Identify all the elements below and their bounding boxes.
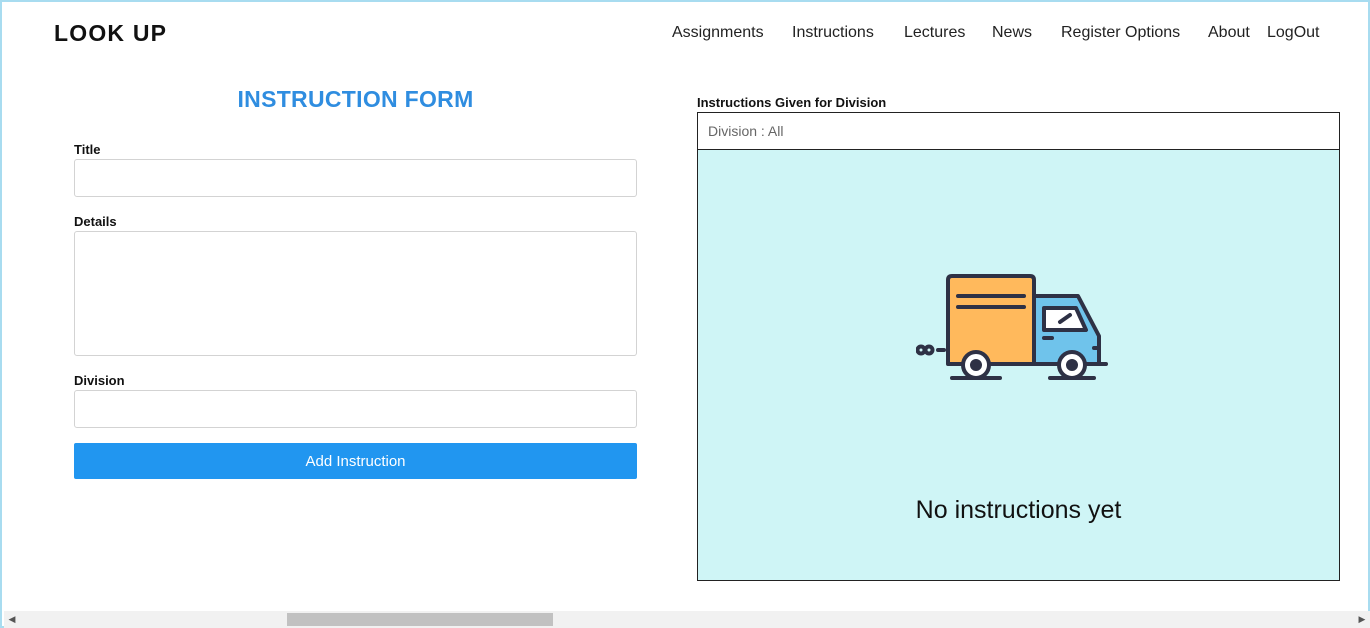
nav-register-options[interactable]: Register Options: [1061, 24, 1180, 42]
title-input[interactable]: [74, 159, 637, 197]
horizontal-scrollbar[interactable]: ◀ ▶: [4, 611, 1370, 628]
add-instruction-button[interactable]: Add Instruction: [74, 443, 637, 479]
nav-logout[interactable]: LogOut: [1267, 24, 1319, 42]
scrollbar-thumb[interactable]: [287, 613, 553, 626]
form-title: INSTRUCTION FORM: [237, 86, 474, 112]
nav-assignments[interactable]: Assignments: [672, 24, 764, 42]
nav-lectures[interactable]: Lectures: [904, 24, 965, 42]
brand-logo[interactable]: LOOK UP: [54, 20, 167, 47]
title-label: Title: [74, 142, 101, 157]
nav-instructions[interactable]: Instructions: [792, 24, 874, 42]
delivery-truck-icon: [916, 274, 1108, 380]
details-textarea[interactable]: [74, 231, 637, 356]
nav-news[interactable]: News: [992, 24, 1032, 42]
panel-heading: Instructions Given for Division: [697, 95, 887, 110]
details-label: Details: [74, 214, 117, 229]
empty-message: No instructions yet: [915, 496, 1122, 524]
division-label: Division: [74, 373, 125, 388]
scroll-right-arrow-icon[interactable]: ▶: [1354, 611, 1370, 628]
scroll-left-arrow-icon[interactable]: ◀: [4, 611, 20, 628]
app-window: LOOK UP Assignments Instructions Lecture…: [0, 0, 1370, 628]
division-filter-select[interactable]: Division : All: [697, 112, 1340, 150]
nav-about[interactable]: About: [1208, 24, 1250, 42]
instructions-list-empty: No instructions yet: [697, 149, 1340, 581]
division-input[interactable]: [74, 390, 637, 428]
